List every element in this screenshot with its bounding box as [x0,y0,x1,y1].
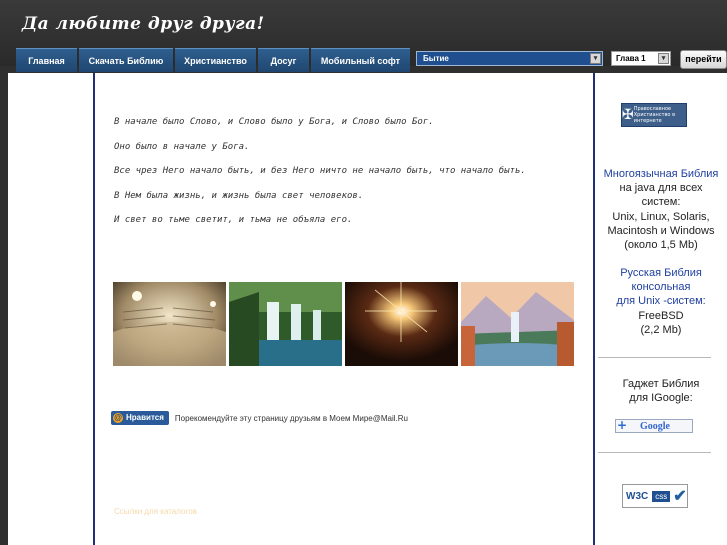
w3c-css-badge[interactable]: W3C css ✔ [622,484,688,508]
light-burst-image[interactable] [345,282,458,366]
orthodox-christianity-banner[interactable]: ✠ Православное Христианство в интернете [621,103,687,127]
gadget-block: Гаджет Библия для IGoogle: [595,377,727,405]
like-button[interactable]: @ Нравится [111,411,169,425]
checkmark-icon: ✔ [673,488,687,505]
chevron-down-icon[interactable]: ▾ [590,53,601,64]
console-bible-link[interactable]: Русская Библия [595,266,727,280]
w3c-label: W3C [626,490,649,502]
console-bible-link[interactable]: для Unix -систем: [595,294,727,308]
java-bible-block: Многоязычная Библия на java для всех сис… [595,167,727,252]
console-bible-link[interactable]: консольная [595,280,727,294]
verses: В начале было Слово, и Слово было у Бога… [114,117,584,240]
cross-icon: ✠ [622,107,634,123]
sidebar-divider [598,452,711,453]
sidebar-divider [598,357,711,358]
go-button[interactable]: перейти [680,50,727,69]
verse: И свет во тьме светит, и тьма не объяла … [114,215,353,225]
java-bible-line: систем: [641,196,681,209]
landscape-image[interactable] [461,282,574,366]
image-gallery [113,282,577,366]
main-nav: Главная Скачать Библию Христианство Досу… [16,48,412,72]
book-select[interactable]: Бытие ▾ [416,51,603,66]
mail-ru-icon: @ [113,413,123,423]
orthodox-banner-text: Православное Христианство в интернете [633,106,676,124]
css-label: css [652,490,671,502]
divider-left [93,73,95,545]
verse: В Нем была жизнь, и жизнь была свет чело… [114,190,364,201]
chevron-down-icon[interactable]: ▾ [658,53,669,64]
chapter-select-value: Глава 1 [616,54,646,63]
like-button-label: Нравится [126,413,164,422]
gadget-line: Гаджет Библия [622,378,700,390]
java-bible-size: (около 1,5 Mb) [624,239,698,252]
add-to-google-button[interactable]: + Google [615,419,693,433]
gadget-line: для IGoogle: [629,392,693,405]
like-recommend-text: Порекомендуйте эту страницу друзьям в Мо… [174,413,408,423]
java-bible-link[interactable]: Многоязычная Библия [595,167,727,181]
verse: Оно было в начале у Бога. [114,141,250,152]
like-row: @ Нравится Порекомендуйте эту страницу д… [111,411,408,425]
nav-item-leisure[interactable]: Досуг [258,48,309,72]
verse: Все чрез Него начало быть, и без Него ни… [114,166,526,176]
bible-book-image[interactable] [113,282,226,366]
site-title: Да любите друг друга! [22,14,265,34]
nav-item-mobile-software[interactable]: Мобильный софт [311,48,410,72]
book-select-value: Бытие [423,54,449,63]
verse: В начале было Слово, и Слово было у Бога… [114,117,434,127]
plus-icon: + [616,418,628,432]
console-bible-os: FreeBSD [638,309,684,322]
google-logo: Google [640,420,670,432]
catalog-link[interactable]: Ссылки для каталогов [114,507,197,516]
main-content: В начале было Слово, и Слово было у Бога… [8,73,727,545]
java-bible-line: на java для всех [619,182,703,195]
nav-item-download-bible[interactable]: Скачать Библию [79,48,173,72]
console-bible-block: Русская Библия консольная для Unix -сист… [595,266,727,337]
nav-item-home[interactable]: Главная [16,48,77,72]
console-bible-size: (2,2 Mb) [640,323,682,336]
nav-item-christianity[interactable]: Христианство [175,48,256,72]
waterfall-image[interactable] [229,282,342,366]
chapter-select[interactable]: Глава 1 ▾ [611,51,671,66]
java-bible-line: Unix, Linux, Solaris, [612,210,710,223]
java-bible-line: Macintosh и Windows [607,224,715,237]
